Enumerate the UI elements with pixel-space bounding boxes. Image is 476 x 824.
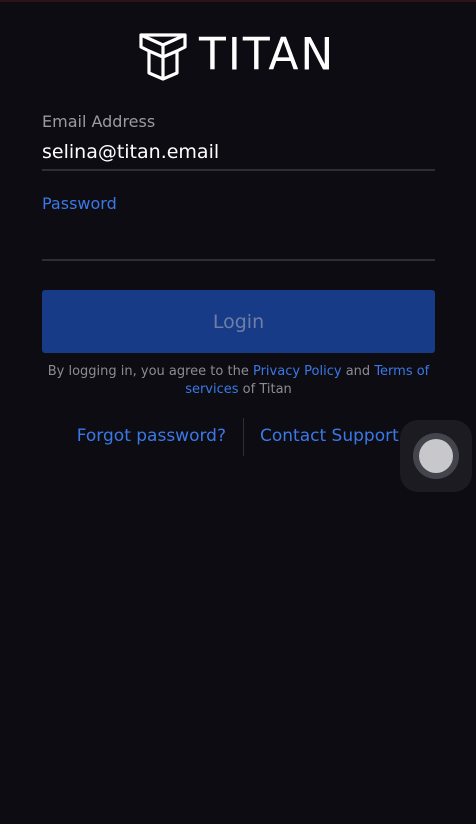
email-field[interactable] bbox=[42, 138, 435, 166]
email-label: Email Address bbox=[42, 112, 156, 131]
brand-logo: TITAN bbox=[137, 28, 335, 82]
password-label: Password bbox=[42, 194, 117, 213]
login-screen: TITAN Email Address Password Login By lo… bbox=[0, 0, 476, 824]
top-edge bbox=[0, 0, 476, 2]
contact-support-link[interactable]: Contact Support bbox=[260, 426, 399, 446]
brand-name: TITAN bbox=[199, 28, 336, 81]
password-underline bbox=[42, 259, 435, 261]
email-field-group: Email Address bbox=[42, 112, 435, 171]
titan-logo-icon bbox=[139, 33, 187, 81]
login-button[interactable]: Login bbox=[42, 290, 435, 353]
assistive-touch-core bbox=[419, 439, 453, 473]
legal-prefix: By logging in, you agree to the bbox=[47, 364, 253, 379]
links-divider bbox=[243, 418, 244, 456]
legal-suffix: of Titan bbox=[238, 382, 292, 397]
password-field[interactable] bbox=[42, 228, 435, 256]
assistive-touch-icon bbox=[413, 433, 459, 479]
assistive-touch-button[interactable] bbox=[400, 420, 472, 492]
help-links: Forgot password? Contact Support bbox=[42, 418, 435, 456]
privacy-policy-link[interactable]: Privacy Policy bbox=[253, 364, 342, 379]
legal-middle: and bbox=[341, 364, 375, 379]
legal-notice: By logging in, you agree to the Privacy … bbox=[42, 363, 435, 399]
email-underline bbox=[42, 169, 435, 171]
password-field-group: Password bbox=[42, 194, 435, 261]
forgot-password-link[interactable]: Forgot password? bbox=[77, 426, 226, 446]
